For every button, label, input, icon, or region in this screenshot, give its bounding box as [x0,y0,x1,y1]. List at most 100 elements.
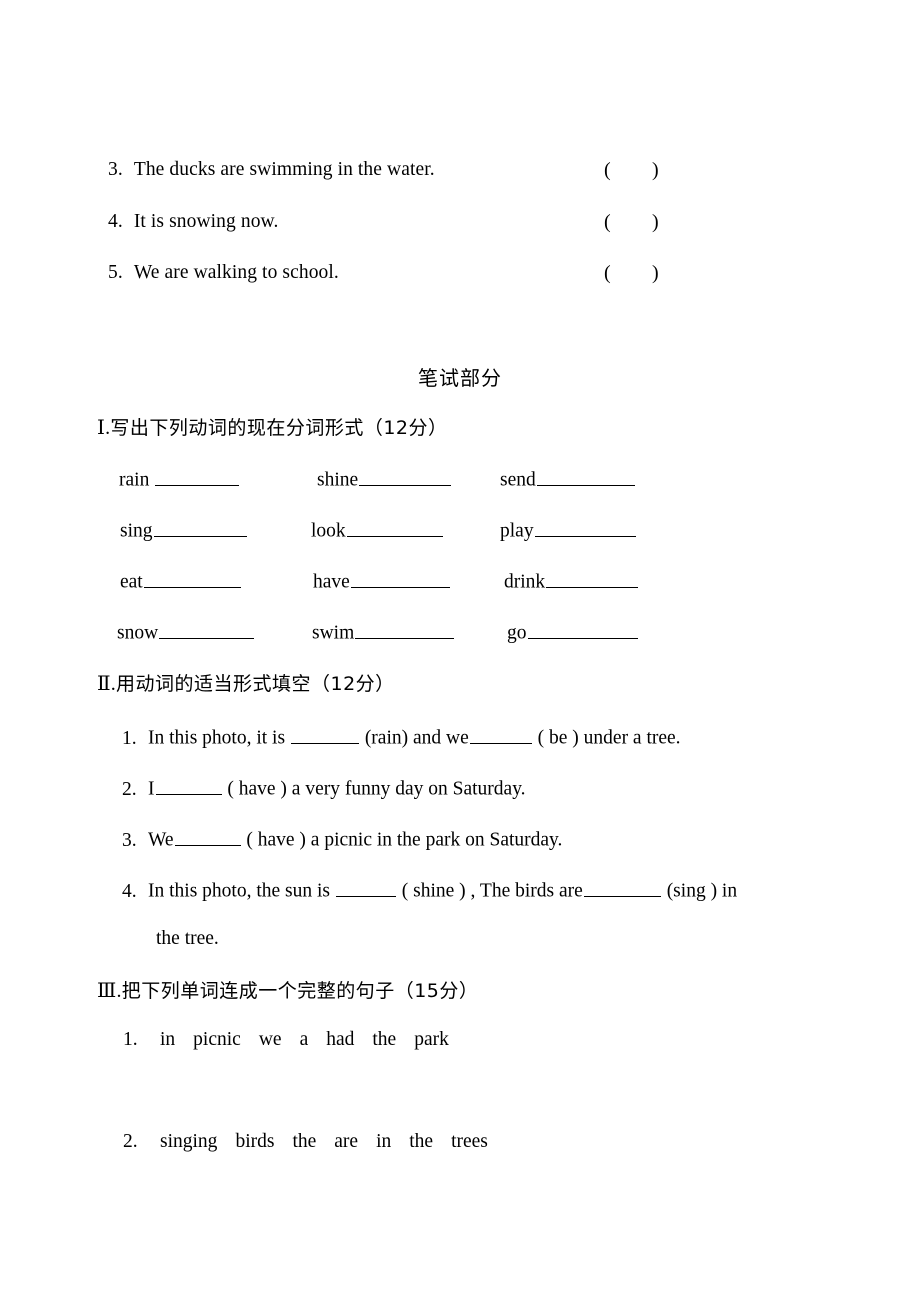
listening-item-3: 3. The ducks are swimming in the water. [108,160,435,180]
fill-item-3: 3. We ( have ) a picnic in the park on Sa… [122,826,562,852]
item-text-part-2: ( have ) a very funny day on Saturday. [222,778,526,800]
item-number: 3. [108,159,123,180]
verb-cell-go: go [507,619,639,645]
item-text-part-2: (rain) and we [359,727,469,749]
scramble-word: are [334,1131,359,1152]
verb-blank-go[interactable] [527,619,638,639]
verb-blank-shine[interactable] [359,466,452,486]
item-text-part-3: (sing ) in [661,880,738,902]
section-1-numeral: Ⅰ [97,417,106,439]
answer-paren-close-5: ) [652,262,659,284]
verb-blank-swim[interactable] [355,619,455,639]
answer-paren-open-3: ( [604,159,611,181]
fill-blank-4b[interactable] [583,877,661,897]
answer-paren-open-4: ( [604,211,611,233]
item-text-part-1: We [148,829,174,851]
worksheet-page: 3. The ducks are swimming in the water. … [0,0,920,1300]
verb-cell-snow: snow [117,619,255,645]
verb-blank-have[interactable] [350,568,450,588]
scramble-word: had [326,1029,355,1050]
verb-cell-play: play [500,517,637,543]
verb-gap [149,470,154,491]
section-3-heading-text: 把下列单词连成一个完整的句子（15分） [121,980,479,1002]
item-number: 3. [122,829,137,851]
item-number: 2. [122,778,137,800]
scramble-word: birds [235,1131,275,1152]
item-number: 2. [123,1131,138,1152]
item-number: 4. [122,880,137,902]
verb-cell-shine: shine [317,466,452,492]
verb-label: send [500,469,536,491]
section-3-numeral: Ⅲ [97,980,117,1002]
listening-item-5: 5. We are walking to school. [108,263,339,283]
scramble-word: we [258,1029,282,1050]
fill-item-2: 2. I ( have ) a very funny day on Saturda… [122,775,526,801]
verb-blank-play[interactable] [534,517,636,537]
verb-blank-drink[interactable] [546,568,639,588]
section-1-heading: Ⅰ.写出下列动词的现在分词形式（12分） [97,413,448,440]
item-text: It is snowing now. [133,211,279,232]
fill-blank-1b[interactable] [469,724,532,744]
section-2-heading: Ⅱ.用动词的适当形式填空（12分） [97,669,395,696]
scramble-item-2: 2. singing birds the are in the trees [123,1131,497,1153]
fill-blank-3a[interactable] [174,826,241,846]
fill-item-4: 4. In this photo, the sun is ( shine ) , … [122,877,737,903]
scramble-word: the [409,1131,434,1152]
verb-blank-sing[interactable] [153,517,247,537]
listening-item-4: 4. It is snowing now. [108,212,278,232]
verb-blank-eat[interactable] [143,568,241,588]
verb-blank-rain[interactable] [155,466,240,486]
answer-paren-close-4: ) [652,211,659,233]
scramble-word: a [299,1029,309,1050]
item-text-part-1: I [148,778,155,800]
scramble-word: trees [451,1131,488,1152]
verb-label: drink [504,571,546,593]
verb-label: go [507,622,527,644]
scramble-word: in [160,1029,176,1050]
scramble-word: singing [160,1131,218,1152]
item-number: 1. [122,727,137,749]
section-3-heading: Ⅲ.把下列单词连成一个完整的句子（15分） [97,976,478,1003]
verb-label: shine [317,469,359,491]
fill-blank-2a[interactable] [155,775,222,795]
item-number: 1. [123,1029,138,1050]
scramble-word: park [414,1029,449,1050]
item-text-part-1: In this photo, it is [148,727,290,749]
scramble-word: the [292,1131,317,1152]
fill-item-4-continuation: the tree. [156,928,219,949]
fill-blank-4a[interactable] [335,877,396,897]
verb-blank-look[interactable] [346,517,443,537]
item-number: 4. [108,211,123,232]
verb-label: have [313,571,350,593]
verb-label: snow [117,622,159,644]
verb-blank-send[interactable] [536,466,635,486]
item-text: We are walking to school. [133,262,339,283]
section-2-heading-text: 用动词的适当形式填空（12分） [116,673,395,695]
section-1-heading-text: 写出下列动词的现在分词形式（12分） [110,417,448,439]
verb-cell-send: send [500,466,636,492]
verb-cell-drink: drink [504,568,639,594]
answer-paren-open-5: ( [604,262,611,284]
fill-item-1: 1. In this photo, it is (rain) and we ( b… [122,724,681,750]
verb-blank-snow[interactable] [159,619,255,639]
item-number: 5. [108,262,123,283]
verb-label: eat [120,571,143,593]
item-text-part-3: ( be ) under a tree. [532,727,681,749]
fill-blank-1a[interactable] [290,724,359,744]
verb-cell-rain: rain [119,466,240,492]
verb-label: sing [120,520,153,542]
written-part-title: 笔试部分 [418,366,502,390]
item-text-part-2: ( have ) a picnic in the park on Saturda… [241,829,563,851]
verb-cell-eat: eat [120,568,242,594]
item-text-part-2: ( shine ) , The birds are [396,880,583,902]
item-text-part-1: In this photo, the sun is [148,880,335,902]
verb-label: rain [119,469,150,491]
verb-cell-swim: swim [312,619,455,645]
verb-label: play [500,520,534,542]
scramble-item-1: 1. in picnic we a had the park [123,1029,458,1051]
verb-cell-have: have [313,568,451,594]
verb-label: look [311,520,346,542]
section-2-numeral: Ⅱ [97,673,111,695]
verb-cell-look: look [311,517,444,543]
item-text: The ducks are swimming in the water. [133,159,435,180]
